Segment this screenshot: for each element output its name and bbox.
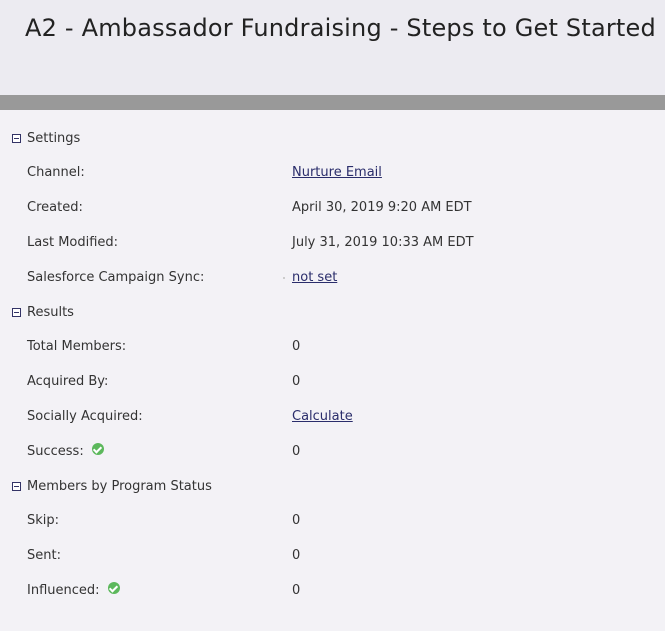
section-label: Members by Program Status bbox=[27, 478, 212, 494]
row-value: July 31, 2019 10:33 AM EDT bbox=[292, 235, 474, 250]
check-circle-icon bbox=[107, 581, 120, 594]
row-label: Success: bbox=[27, 444, 84, 459]
row-skip: Skip: 0 bbox=[27, 511, 647, 531]
row-label: Channel: bbox=[27, 165, 85, 180]
row-label: Last Modified: bbox=[27, 235, 119, 250]
row-value: 0 bbox=[292, 583, 301, 598]
collapse-icon[interactable] bbox=[12, 307, 21, 317]
row-label: Sent: bbox=[27, 548, 61, 563]
section-settings[interactable]: Settings bbox=[12, 128, 80, 148]
row-value: 0 bbox=[292, 548, 301, 563]
row-label-wrap: Influenced: bbox=[27, 581, 120, 598]
row-value: 0 bbox=[292, 374, 301, 389]
page-title: A2 - Ambassador Fundraising - Steps to G… bbox=[25, 14, 656, 42]
collapse-icon[interactable] bbox=[12, 481, 21, 491]
row-last-modified: Last Modified: July 31, 2019 10:33 AM ED… bbox=[27, 233, 647, 253]
salesforce-sync-link[interactable]: not set bbox=[292, 270, 337, 285]
row-value: 0 bbox=[292, 513, 301, 528]
row-success: Success: 0 bbox=[27, 442, 647, 462]
row-total-members: Total Members: 0 bbox=[27, 337, 647, 357]
row-channel: Channel: Nurture Email bbox=[27, 163, 647, 183]
check-circle-icon bbox=[91, 442, 104, 455]
row-sent: Sent: 0 bbox=[27, 546, 647, 566]
collapse-icon[interactable] bbox=[12, 133, 21, 143]
channel-link[interactable]: Nurture Email bbox=[292, 165, 382, 180]
page-header: A2 - Ambassador Fundraising - Steps to G… bbox=[0, 0, 665, 95]
row-label: Salesforce Campaign Sync: bbox=[27, 270, 205, 285]
row-label: Created: bbox=[27, 200, 83, 215]
row-label-wrap: Success: bbox=[27, 442, 104, 459]
row-label: Acquired By: bbox=[27, 374, 109, 389]
row-label: Socially Acquired: bbox=[27, 409, 143, 424]
row-value: 0 bbox=[292, 444, 301, 459]
row-value: April 30, 2019 9:20 AM EDT bbox=[292, 200, 472, 215]
section-results[interactable]: Results bbox=[12, 302, 74, 322]
section-members-by-status[interactable]: Members by Program Status bbox=[12, 476, 212, 496]
row-influenced: Influenced: 0 bbox=[27, 581, 647, 601]
row-label: Influenced: bbox=[27, 583, 100, 598]
row-label: Total Members: bbox=[27, 339, 127, 354]
row-socially-acquired: Socially Acquired: Calculate bbox=[27, 407, 647, 427]
row-salesforce-sync: Salesforce Campaign Sync: not set bbox=[27, 268, 647, 288]
separator-dot bbox=[283, 277, 285, 279]
row-label: Skip: bbox=[27, 513, 60, 528]
row-value: 0 bbox=[292, 339, 301, 354]
row-acquired-by: Acquired By: 0 bbox=[27, 372, 647, 392]
section-label: Settings bbox=[27, 130, 81, 146]
section-label: Results bbox=[27, 304, 74, 320]
calculate-link[interactable]: Calculate bbox=[292, 409, 353, 424]
row-created: Created: April 30, 2019 9:20 AM EDT bbox=[27, 198, 647, 218]
header-divider bbox=[0, 95, 665, 110]
